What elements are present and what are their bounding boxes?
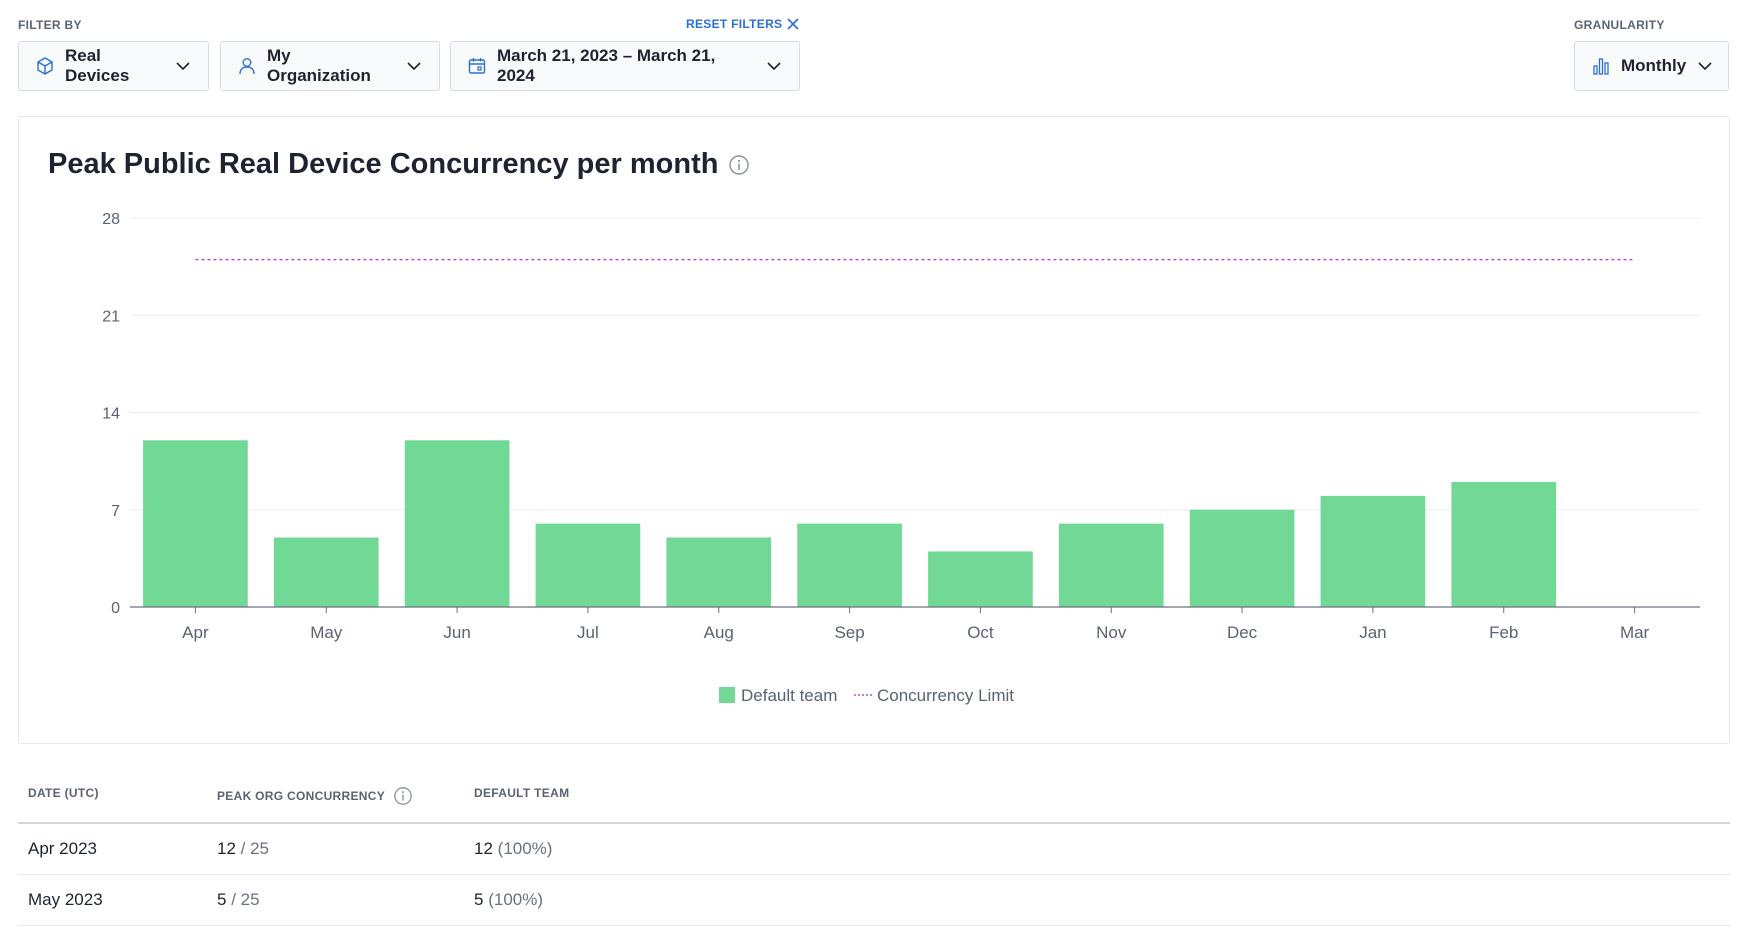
bar-chart: 0 7 14 21 28 Apr May Jun Jul Aug Sep Oct Nov Dec Jan Fe… bbox=[102, 211, 1700, 705]
row-team: 12 (100%) bbox=[474, 839, 552, 859]
table-row[interactable]: May 2023 5 / 25 5 (100%) bbox=[18, 875, 1730, 926]
row-team-pct: (100%) bbox=[497, 839, 553, 858]
row-peak-value: 5 bbox=[217, 890, 227, 909]
header-peak: PEAK ORG CONCURRENCY bbox=[217, 786, 413, 806]
bar bbox=[273, 537, 379, 607]
bar bbox=[666, 537, 772, 607]
legend-label-default-team: Default team bbox=[741, 686, 837, 705]
table-header: DATE (UTC) PEAK ORG CONCURRENCY DEFAULT … bbox=[18, 770, 1730, 824]
row-peak: 12 / 25 bbox=[217, 839, 269, 859]
x-tick-label: Mar bbox=[1620, 623, 1650, 642]
row-team-value: 5 bbox=[474, 890, 484, 909]
y-tick-label: 14 bbox=[102, 406, 120, 423]
y-tick-label: 0 bbox=[111, 600, 120, 617]
x-tick-label: Sep bbox=[834, 623, 864, 642]
x-tick-label: Jul bbox=[577, 623, 599, 642]
x-tick-label: Aug bbox=[704, 623, 734, 642]
bar bbox=[143, 440, 248, 607]
row-team-pct: (100%) bbox=[488, 890, 544, 909]
legend-swatch-default-team bbox=[719, 687, 735, 703]
y-tick-label: 21 bbox=[102, 308, 120, 325]
row-team-value: 12 bbox=[474, 839, 493, 858]
bar bbox=[404, 440, 510, 607]
row-peak: 5 / 25 bbox=[217, 890, 260, 910]
x-tick-label: Apr bbox=[182, 623, 209, 642]
header-date: DATE (UTC) bbox=[28, 786, 99, 800]
bar bbox=[1451, 481, 1557, 607]
y-tick-label: 7 bbox=[111, 503, 120, 520]
row-team: 5 (100%) bbox=[474, 890, 543, 910]
x-tick-label: Jan bbox=[1359, 623, 1386, 642]
table-row[interactable]: Apr 2023 12 / 25 12 (100%) bbox=[18, 824, 1730, 875]
bar bbox=[797, 523, 902, 607]
x-tick-label: Jun bbox=[443, 623, 470, 642]
bar bbox=[1320, 495, 1426, 607]
x-tick-label: Oct bbox=[967, 623, 994, 642]
header-date-label: DATE (UTC) bbox=[28, 786, 99, 800]
bar bbox=[535, 523, 641, 607]
header-default-team: DEFAULT TEAM bbox=[474, 786, 569, 800]
concurrency-table: DATE (UTC) PEAK ORG CONCURRENCY DEFAULT … bbox=[18, 770, 1730, 926]
row-date: May 2023 bbox=[28, 890, 103, 909]
y-tick-label: 28 bbox=[102, 211, 120, 228]
row-date: Apr 2023 bbox=[28, 839, 97, 858]
x-tick-label: Dec bbox=[1227, 623, 1258, 642]
header-peak-label: PEAK ORG CONCURRENCY bbox=[217, 789, 386, 803]
info-icon[interactable] bbox=[393, 786, 413, 806]
x-tick-label: Feb bbox=[1489, 623, 1518, 642]
row-peak-value: 12 bbox=[217, 839, 236, 858]
x-tick-label: May bbox=[310, 623, 343, 642]
bar bbox=[1189, 509, 1295, 607]
header-default-team-label: DEFAULT TEAM bbox=[474, 786, 570, 800]
bar bbox=[1058, 523, 1164, 607]
row-peak-limit: / 25 bbox=[231, 890, 260, 909]
row-peak-limit: / 25 bbox=[240, 839, 270, 858]
legend-label-concurrency-limit: Concurrency Limit bbox=[877, 686, 1014, 705]
bar bbox=[928, 551, 1033, 607]
x-tick-label: Nov bbox=[1096, 623, 1127, 642]
